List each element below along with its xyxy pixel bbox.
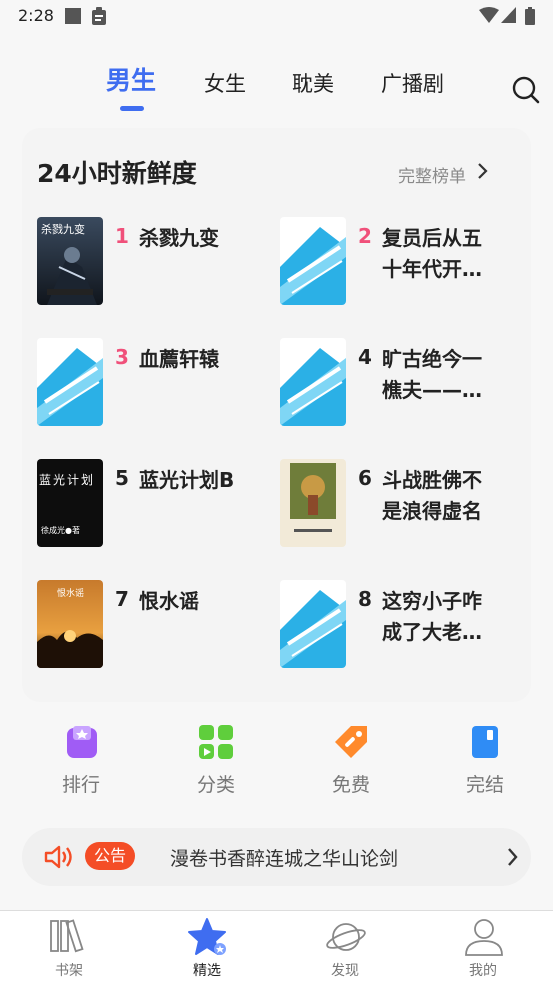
placeholder-cover-art — [37, 338, 103, 426]
profile-icon — [465, 919, 503, 956]
tab-male[interactable]: 男生 — [106, 67, 156, 95]
book-cover[interactable]: 蓝光计划 徐成光●著 — [37, 459, 103, 547]
book-cover[interactable]: 杀戮九变 — [37, 217, 103, 305]
free-tag-icon — [335, 726, 367, 758]
quick-link-ranking[interactable]: 排行 — [41, 722, 121, 802]
quick-link-label: 免费 — [331, 774, 370, 796]
book-item[interactable]: 4 旷古绝今一樵夫——… — [280, 338, 515, 438]
book-item[interactable]: 杀戮九变 1 杀戮九变 — [37, 217, 272, 317]
book-title: 复员后从五十年代开… — [382, 226, 482, 281]
nav-profile[interactable]: 我的 — [414, 911, 552, 984]
book-item[interactable]: 2 复员后从五十年代开… — [280, 217, 515, 317]
book-item[interactable]: 蓝光计划 徐成光●著 5 蓝光计划B — [37, 459, 272, 559]
rank-number: 1 — [115, 224, 129, 248]
nav-bookshelf[interactable]: 书架 — [0, 911, 138, 984]
nav-label: 书架 — [55, 963, 83, 979]
book-cover[interactable] — [37, 338, 103, 426]
placeholder-cover-art — [280, 217, 346, 305]
nav-discover[interactable]: 发现 — [276, 911, 414, 984]
tab-radio-drama[interactable]: 广播剧 — [381, 70, 444, 98]
book-cover[interactable] — [280, 459, 346, 547]
book-item[interactable]: 6 斗战胜佛不是浪得虚名 — [280, 459, 515, 559]
ranking-icon — [67, 726, 97, 758]
quick-link-label: 分类 — [196, 774, 235, 796]
cell-signal-icon — [501, 7, 516, 23]
book-title: 血薦轩辕 — [139, 347, 219, 371]
quick-link-label: 完结 — [465, 774, 504, 796]
category-tabs: 男生 女生 耽美 广播剧 — [0, 50, 553, 126]
clipboard-icon — [92, 7, 106, 25]
status-bar: 2:28 — [0, 0, 553, 32]
book-cover[interactable] — [280, 217, 346, 305]
bookshelf-icon — [50, 919, 84, 953]
book-cover[interactable] — [280, 580, 346, 668]
battery-icon — [525, 7, 535, 25]
active-tab-indicator — [120, 106, 144, 111]
quick-link-category[interactable]: 分类 — [176, 722, 256, 802]
quick-link-completed[interactable]: 完结 — [445, 722, 525, 802]
chevron-right-icon[interactable] — [506, 847, 518, 867]
announcement-text[interactable]: 漫卷书香醉连城之华山论剑 — [170, 844, 398, 871]
search-icon[interactable] — [512, 76, 540, 104]
placeholder-cover-art — [280, 338, 346, 426]
announcement-bar[interactable]: 公告 漫卷书香醉连城之华山论剑 — [22, 828, 531, 886]
illustrated-cover-art — [280, 459, 346, 547]
nav-featured[interactable]: 精选 — [138, 911, 276, 984]
tab-danmei[interactable]: 耽美 — [292, 70, 334, 98]
nav-label: 精选 — [193, 963, 221, 979]
book-item[interactable]: 8 这穷小子咋成了大老… — [280, 580, 515, 680]
cover-title: 杀戮九变 — [41, 223, 85, 236]
announcement-badge: 公告 — [85, 842, 135, 870]
wifi-icon — [479, 7, 499, 23]
speaker-icon — [44, 845, 72, 869]
rank-number: 2 — [358, 224, 372, 248]
featured-star-icon — [188, 918, 226, 955]
category-icon — [199, 725, 233, 759]
book-title: 杀戮九变 — [139, 226, 219, 250]
book-item[interactable]: 3 血薦轩辕 — [37, 338, 272, 438]
discover-planet-icon — [326, 923, 366, 951]
rank-number: 4 — [358, 345, 372, 369]
quick-link-free[interactable]: 免费 — [311, 722, 391, 802]
rank-number: 3 — [115, 345, 129, 369]
rank-number: 7 — [115, 587, 129, 611]
nav-label: 我的 — [469, 963, 497, 979]
book-title: 旷古绝今一樵夫——… — [382, 347, 482, 402]
rank-number: 8 — [358, 587, 372, 611]
book-title: 这穷小子咋成了大老… — [382, 589, 482, 644]
chevron-right-icon[interactable] — [476, 162, 488, 180]
book-cover[interactable]: 恨水谣 — [37, 580, 103, 668]
rank-number: 5 — [115, 466, 129, 490]
ranking-card: 24小时新鲜度 完整榜单 杀戮九变 1 杀戮九变 2 复员后从五十年代开… 3 … — [22, 128, 531, 702]
book-item[interactable]: 恨水谣 7 恨水谣 — [37, 580, 272, 680]
quick-link-label: 排行 — [61, 774, 100, 796]
book-cover[interactable] — [280, 338, 346, 426]
book-title: 蓝光计划B — [139, 468, 235, 492]
cover-title: 恨水谣 — [57, 589, 85, 599]
bottom-navigation: 书架 精选 发现 我的 — [0, 910, 553, 984]
full-ranking-link[interactable]: 完整榜单 — [398, 162, 466, 187]
section-title: 24小时新鲜度 — [37, 159, 197, 188]
cover-author: 徐成光●著 — [41, 526, 80, 535]
notification-square-icon — [65, 8, 81, 24]
nav-label: 发现 — [331, 963, 359, 979]
rank-number: 6 — [358, 466, 372, 490]
placeholder-cover-art — [280, 580, 346, 668]
book-title: 恨水谣 — [139, 589, 199, 613]
completed-book-icon — [472, 726, 498, 758]
cover-title: 蓝光计划 — [39, 473, 96, 487]
status-time: 2:28 — [18, 6, 54, 25]
book-title: 斗战胜佛不是浪得虚名 — [382, 468, 482, 523]
tab-female[interactable]: 女生 — [204, 70, 246, 98]
